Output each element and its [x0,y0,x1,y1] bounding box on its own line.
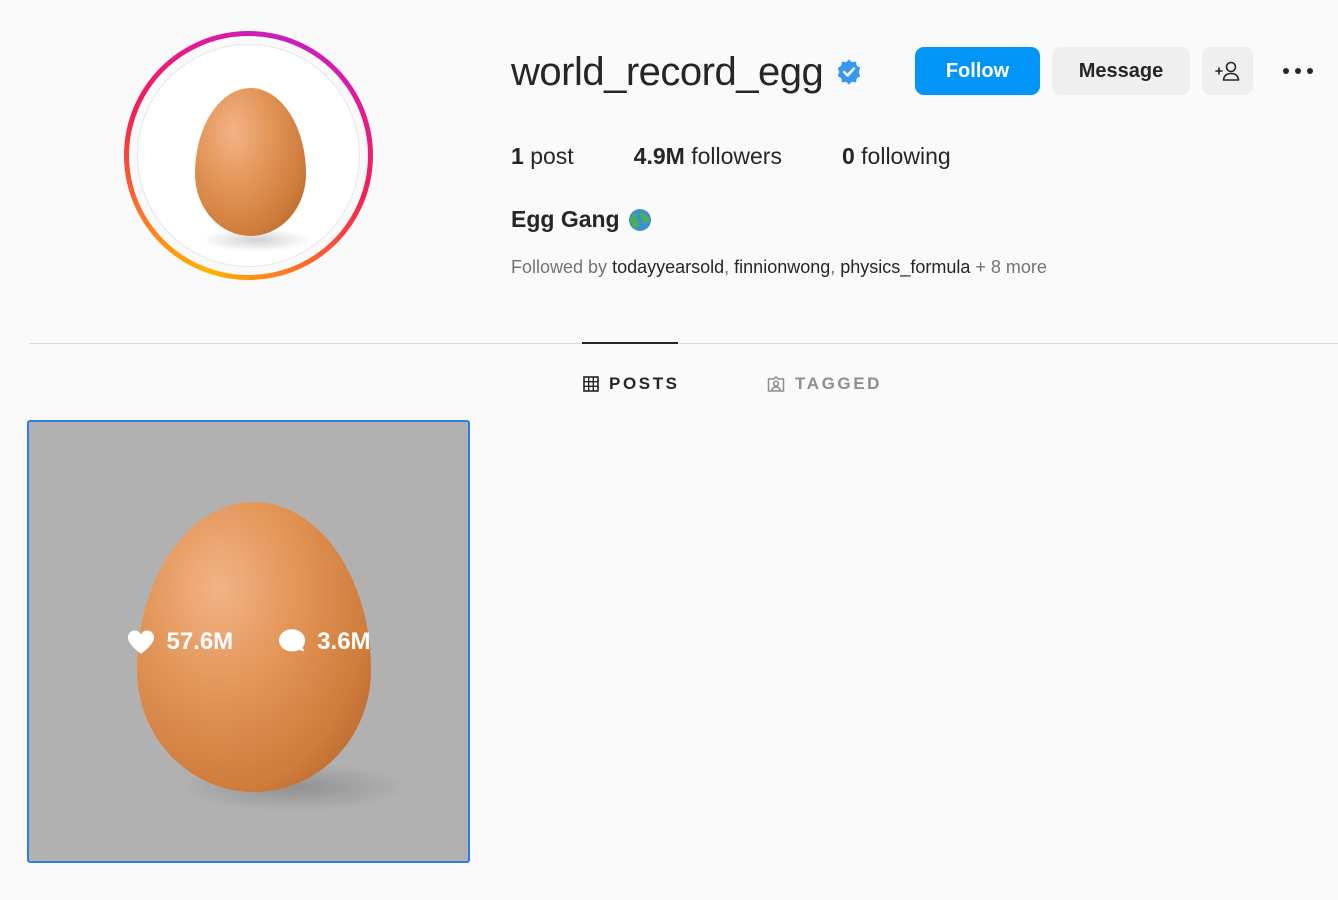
followers-count: 4.9M [633,142,685,169]
globe-icon [628,208,651,231]
profile-stats: 1 post 4.9M followers 0 following [511,140,1011,172]
follow-button[interactable]: Follow [915,47,1040,95]
suggested-accounts-button[interactable] [1202,47,1253,95]
profile-full-name: Egg Gang [511,206,620,232]
add-person-icon [1214,61,1239,81]
tab-tagged-label: TAGGED [795,374,883,393]
post-hover-overlay: 57.6M 3.6M [29,422,468,861]
followed-by-text: Followed by todayyearsold, finnionwong, … [511,257,1047,278]
mutual-follower-link[interactable]: physics_formula [840,257,970,277]
post-likes-count: 57.6M [166,627,234,655]
avatar [137,44,360,267]
post-thumbnail[interactable]: 57.6M 3.6M [27,420,470,863]
following-label: following [861,142,951,169]
tab-posts-label: POSTS [609,374,680,393]
post-comments-count: 3.6M [317,627,371,655]
more-dot [1283,68,1289,74]
following-stat[interactable]: 0 following [842,143,951,170]
mutual-follower-link[interactable]: todayyearsold [612,257,724,277]
separator-comma: , [830,257,836,277]
tab-posts[interactable]: POSTS [583,370,680,398]
tab-tagged[interactable]: TAGGED [767,370,882,398]
avatar-egg-image [195,88,306,236]
grid-icon [583,376,599,392]
post-likes: 57.6M [126,628,233,656]
posts-count: 1 [511,142,524,169]
avatar-gap [129,36,368,275]
followers-label: followers [691,142,782,169]
comment-icon [279,628,306,651]
verified-badge-icon [838,59,861,85]
followers-stat[interactable]: 4.9M followers [634,143,782,170]
more-dot [1295,68,1301,74]
tagged-icon [767,376,785,392]
mutual-follower-link[interactable]: finnionwong [734,257,830,277]
tabs-divider [29,343,1338,344]
post-comments: 3.6M [277,627,371,656]
active-tab-indicator [582,342,678,344]
profile-full-name-row: Egg Gang [511,206,652,233]
heart-icon [128,630,155,654]
following-count: 0 [841,142,855,169]
followed-by-more-link[interactable]: + 8 more [975,257,1047,277]
posts-label: post [530,142,574,169]
separator-comma: , [724,257,730,277]
more-dot [1307,68,1313,74]
username: world_record_egg [511,49,824,94]
more-options-icon[interactable] [1278,58,1318,84]
posts-count-stat: 1 post [511,143,574,170]
followed-by-prefix: Followed by [511,257,608,277]
profile-avatar-ring[interactable] [124,31,373,280]
username-row: world_record_egg [511,44,863,100]
message-button[interactable]: Message [1052,47,1190,95]
